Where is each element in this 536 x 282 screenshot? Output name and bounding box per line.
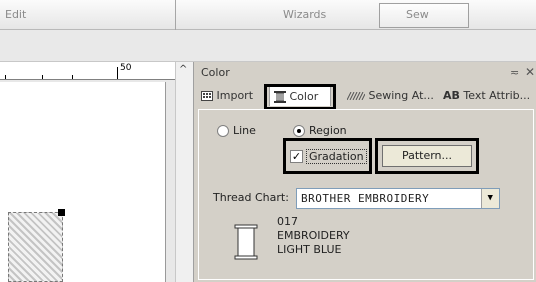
- chevron-down-icon[interactable]: ▼: [481, 189, 499, 208]
- panel-tabs: Import Color Sewing At... AB Text Attrib…: [194, 84, 536, 110]
- thread-brand: EMBROIDERY: [277, 229, 350, 242]
- menu-wizards[interactable]: Wizards: [283, 4, 326, 28]
- menu-separator: [175, 0, 176, 30]
- ruler-tick: [5, 75, 6, 79]
- thread-chart-label: Thread Chart:: [213, 191, 289, 204]
- color-tab-highlight: [264, 84, 336, 110]
- sewing-icon: [347, 92, 365, 100]
- gradation-label: Gradation: [306, 149, 367, 164]
- ruler-tick: [117, 67, 118, 79]
- design-page[interactable]: [0, 82, 166, 282]
- ruler-mark-label: 50: [120, 63, 132, 73]
- thread-code: 017: [277, 215, 298, 228]
- tab-import[interactable]: Import: [201, 86, 253, 106]
- line-radio[interactable]: Line: [217, 124, 256, 137]
- toolbar-band: [0, 30, 536, 62]
- tab-sewing-label: Sewing At...: [368, 89, 434, 102]
- tab-text-label: Text Attrib...: [463, 89, 531, 102]
- menu-edit[interactable]: Edit: [5, 4, 26, 28]
- tab-text-attributes[interactable]: AB Text Attrib...: [443, 86, 530, 106]
- tab-import-label: Import: [216, 89, 254, 102]
- menu-bar: Edit Wizards Sew: [0, 0, 536, 30]
- pin-icon[interactable]: ≂: [510, 66, 519, 79]
- close-icon[interactable]: ✕: [525, 65, 535, 79]
- gradation-checkbox[interactable]: ✓ Gradation: [290, 149, 367, 164]
- panel-title: Color: [201, 66, 230, 79]
- selection-handle[interactable]: [58, 209, 65, 216]
- text-attributes-icon: AB: [443, 89, 460, 102]
- tab-sewing-attributes[interactable]: Sewing At...: [347, 86, 434, 106]
- ruler-tick: [72, 75, 73, 79]
- menu-sew[interactable]: Sew: [406, 4, 429, 28]
- design-canvas-area: 50 ^: [0, 62, 193, 282]
- panel-titlebar: Color ≂ ✕: [194, 62, 536, 84]
- thread-color-name: LIGHT BLUE: [277, 243, 342, 256]
- checkbox-checked-icon[interactable]: ✓: [290, 150, 303, 163]
- ruler-tick: [42, 75, 43, 79]
- thread-chart-select[interactable]: BROTHER EMBROIDERY ▼: [296, 188, 500, 209]
- line-radio-label: Line: [233, 124, 256, 137]
- pattern-button[interactable]: Pattern...: [382, 145, 472, 167]
- scroll-up-icon[interactable]: ^: [179, 64, 187, 75]
- thread-chart-value: BROTHER EMBROIDERY: [301, 192, 430, 205]
- thread-info: 017 EMBROIDERY LIGHT BLUE: [277, 215, 350, 257]
- vertical-scrollbar[interactable]: ^: [175, 62, 193, 282]
- radio-button[interactable]: [217, 124, 229, 137]
- region-radio-label: Region: [309, 124, 347, 137]
- import-icon: [201, 91, 213, 101]
- sew-menu-button[interactable]: Sew: [379, 3, 469, 28]
- region-radio[interactable]: Region: [293, 124, 347, 137]
- radio-button-selected[interactable]: [293, 124, 305, 137]
- embroidery-region[interactable]: [8, 212, 63, 282]
- horizontal-ruler: 50: [0, 62, 175, 80]
- thread-spool-icon: [234, 224, 258, 260]
